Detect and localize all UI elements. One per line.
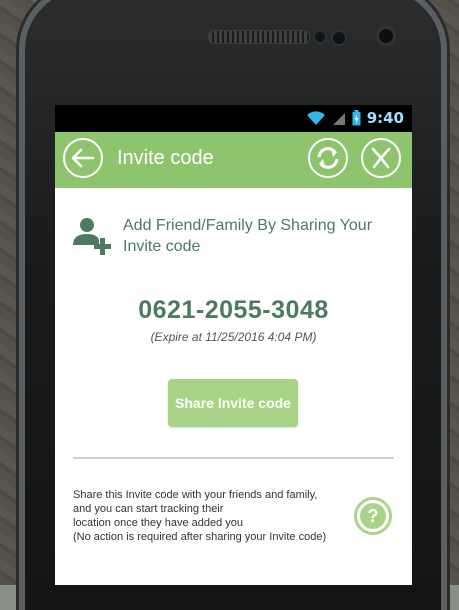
wifi-icon [306, 111, 325, 125]
info-line: and you can start tracking their [73, 503, 224, 515]
refresh-button[interactable] [308, 138, 348, 178]
info-line: Share this Invite code with your friends… [73, 489, 318, 501]
help-icon: ? [360, 503, 386, 529]
refresh-icon [317, 147, 339, 169]
clock: 9:40 [366, 109, 404, 127]
front-camera [376, 26, 396, 46]
add-friend-heading: Add Friend/Family By Sharing Your Invite… [123, 217, 373, 255]
phone-screen: 9:40 Invite code Add Friend/Family By Sh… [55, 105, 412, 585]
back-button[interactable] [63, 138, 103, 178]
invite-content: Add Friend/Family By Sharing Your Invite… [55, 188, 412, 585]
sms-icon [371, 147, 391, 169]
add-person-icon [73, 218, 111, 255]
back-arrow-icon [71, 148, 95, 168]
info-line: location once they have added you [73, 517, 244, 529]
divider [73, 457, 394, 459]
proximity-sensor [313, 30, 327, 44]
battery-icon [352, 110, 361, 126]
expire-text: (Expire at 11/25/2016 4:04 PM) [150, 330, 317, 344]
page-title: Invite code [117, 147, 214, 169]
light-sensor [331, 30, 347, 46]
info-text: Share this Invite code with your friends… [73, 488, 348, 544]
signal-icon [332, 113, 345, 125]
invite-code: 0621-2055-3048 [138, 296, 329, 324]
speaker-grille [208, 30, 310, 44]
info-line: (No action is required after sharing you… [73, 531, 327, 543]
status-bar: 9:40 [55, 105, 412, 132]
share-invite-code-button[interactable]: Share Invite code [168, 379, 298, 427]
sms-share-button[interactable] [361, 138, 401, 178]
app-bar: Invite code [55, 132, 412, 188]
help-button[interactable]: ? [354, 497, 392, 535]
